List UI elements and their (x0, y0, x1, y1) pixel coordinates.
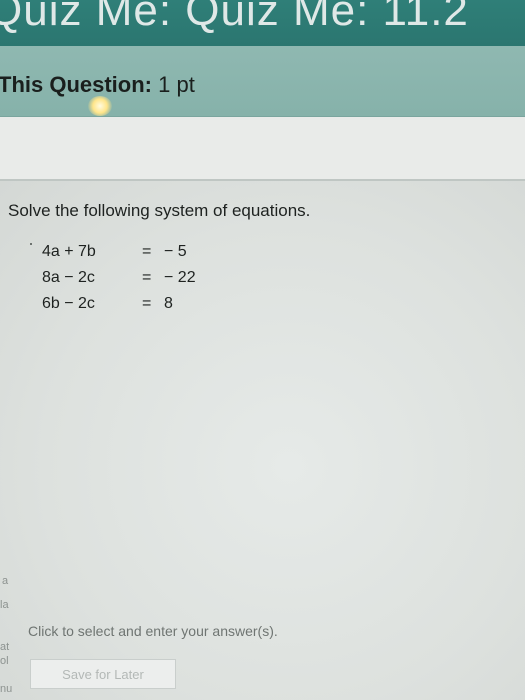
equation-lhs: 6b − 2c (42, 295, 95, 312)
question-toolbar-strip (0, 117, 525, 181)
equation-lhs: 8a − 2c (42, 269, 95, 286)
save-for-later-button[interactable]: Save for Later (30, 659, 176, 689)
sidebar-fragment: nu (0, 683, 13, 695)
equation-rhs: − 5 (164, 243, 187, 260)
equation-rhs: 8 (164, 295, 173, 312)
sidebar-fragment: la (0, 599, 9, 611)
question-points-band: This Question: 1 pt (0, 46, 525, 117)
equation-row: 4a + 7b = − 5 (42, 243, 224, 269)
equation-equals: = (142, 243, 152, 260)
quiz-page: Quiz Me: Quiz Me: 11.2 This Question: 1 … (0, 0, 525, 700)
quiz-title-bar: Quiz Me: Quiz Me: 11.2 (0, 0, 525, 46)
question-points-label: This Question: (0, 72, 152, 97)
quiz-title: Quiz Me: Quiz Me: 11.2 (0, 0, 469, 35)
equation-lhs: 4a + 7b (42, 243, 96, 260)
sidebar-fragment: a (2, 575, 9, 587)
question-area: Solve the following system of equations.… (0, 181, 525, 700)
sidebar-fragment: ol (0, 655, 9, 667)
equation-equals: = (142, 295, 152, 312)
equation-rhs: − 22 (164, 269, 196, 286)
bullet-dot (30, 243, 32, 245)
equation-system: 4a + 7b = − 5 8a − 2c = − 22 6b − 2c = 8 (42, 243, 224, 321)
screen-glare (88, 96, 112, 116)
question-points: This Question: 1 pt (0, 72, 195, 98)
sidebar-fragment: at (0, 641, 10, 653)
equation-row: 6b − 2c = 8 (42, 295, 224, 321)
answer-hint[interactable]: Click to select and enter your answer(s)… (28, 623, 278, 639)
equation-row: 8a − 2c = − 22 (42, 269, 224, 295)
question-prompt: Solve the following system of equations. (8, 201, 311, 220)
equation-equals: = (142, 269, 152, 286)
question-points-value: 1 pt (158, 72, 195, 97)
